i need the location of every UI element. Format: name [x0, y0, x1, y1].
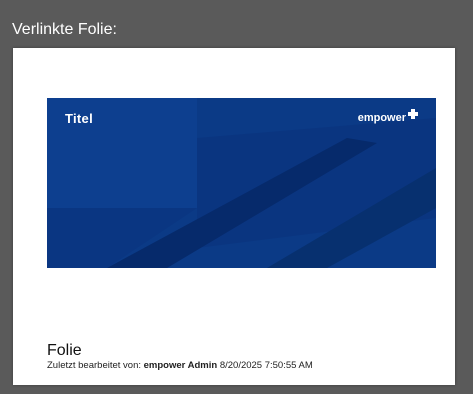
document-name: Folie	[47, 342, 82, 359]
slide-info: Folie Zuletzt bearbeitet von: empower Ad…	[47, 342, 313, 372]
last-edited-info: Zuletzt bearbeitet von: empower Admin 8/…	[47, 360, 313, 372]
brand-mark-icon	[408, 109, 418, 119]
panel-title: Verlinkte Folie:	[12, 21, 117, 38]
brand-name: empower	[357, 112, 406, 124]
last-edited-prefix: Zuletzt bearbeitet von:	[47, 360, 144, 371]
brand-logo: empower	[357, 109, 418, 124]
linked-slide-card[interactable]: Titel empower Folie Zuletzt bearbeitet v…	[13, 48, 455, 385]
edited-timestamp: 8/20/2025 7:50:55 AM	[219, 360, 313, 371]
editor-name: empower Admin	[143, 360, 218, 371]
slide-title: Titel	[65, 111, 93, 126]
linked-slide-panel: Verlinkte Folie: Titel empower Folie Zul…	[0, 0, 473, 394]
slide-thumbnail[interactable]: Titel empower	[47, 98, 436, 268]
